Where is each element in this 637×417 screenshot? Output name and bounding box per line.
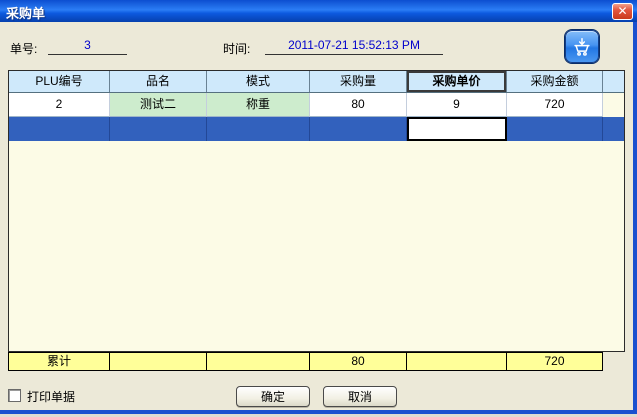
col-header-plu[interactable]: PLU编号 bbox=[9, 71, 110, 92]
table-row-selected[interactable] bbox=[9, 117, 624, 141]
totals-cell bbox=[406, 352, 507, 371]
cell-amount[interactable]: 720 bbox=[507, 93, 603, 117]
shopping-cart-icon bbox=[571, 36, 593, 58]
cancel-button[interactable]: 取消 bbox=[323, 386, 397, 407]
totals-amount: 720 bbox=[506, 352, 603, 371]
col-header-mode[interactable]: 模式 bbox=[207, 71, 310, 92]
cell-empty[interactable] bbox=[507, 117, 603, 141]
unit-price-edit-input[interactable] bbox=[407, 117, 507, 141]
time-value[interactable]: 2011-07-21 15:52:13 PM bbox=[265, 38, 443, 55]
order-number-label: 单号: bbox=[10, 40, 37, 57]
cell-empty[interactable] bbox=[9, 117, 110, 141]
table-header-row: PLU编号 品名 模式 采购量 采购单价 采购金额 bbox=[9, 71, 624, 93]
col-header-qty[interactable]: 采购量 bbox=[310, 71, 407, 92]
col-header-name[interactable]: 品名 bbox=[110, 71, 207, 92]
totals-qty: 80 bbox=[309, 352, 407, 371]
totals-cell bbox=[109, 352, 207, 371]
col-header-amount[interactable]: 采购金额 bbox=[507, 71, 603, 92]
dialog-body: 单号: 3 时间: 2011-07-21 15:52:13 PM PLU编号 品… bbox=[0, 22, 630, 410]
cell-mode[interactable]: 称重 bbox=[207, 93, 310, 117]
cell-empty[interactable] bbox=[310, 117, 407, 141]
totals-label: 累计 bbox=[8, 352, 110, 371]
cell-empty[interactable] bbox=[110, 117, 207, 141]
cell-name[interactable]: 测试二 bbox=[110, 93, 207, 117]
print-receipt-label: 打印单据 bbox=[27, 388, 75, 405]
cell-empty[interactable] bbox=[207, 117, 310, 141]
cell-plu[interactable]: 2 bbox=[9, 93, 110, 117]
title-bar: 采购单 ✕ bbox=[0, 0, 637, 22]
table-row[interactable]: 2 测试二 称重 80 9 720 bbox=[9, 93, 624, 117]
totals-row: 累计 80 720 bbox=[8, 352, 603, 371]
order-number-value[interactable]: 3 bbox=[48, 38, 127, 55]
window-title: 采购单 bbox=[6, 3, 45, 22]
time-label: 时间: bbox=[223, 40, 250, 57]
close-icon: ✕ bbox=[617, 4, 627, 18]
ok-button[interactable]: 确定 bbox=[236, 386, 310, 407]
purchase-order-dialog: 采购单 ✕ 单号: 3 时间: 2011-07-21 15:52:13 PM P… bbox=[0, 0, 637, 417]
close-button[interactable]: ✕ bbox=[612, 3, 633, 20]
window-border-right bbox=[630, 22, 637, 414]
totals-cell bbox=[206, 352, 310, 371]
col-header-unit-price[interactable]: 采购单价 bbox=[407, 71, 507, 92]
cart-button[interactable] bbox=[565, 30, 599, 63]
cell-qty[interactable]: 80 bbox=[310, 93, 407, 117]
purchase-table: PLU编号 品名 模式 采购量 采购单价 采购金额 2 测试二 称重 80 9 … bbox=[8, 70, 625, 352]
cell-unit-price[interactable]: 9 bbox=[407, 93, 507, 117]
print-receipt-checkbox[interactable] bbox=[8, 389, 21, 402]
